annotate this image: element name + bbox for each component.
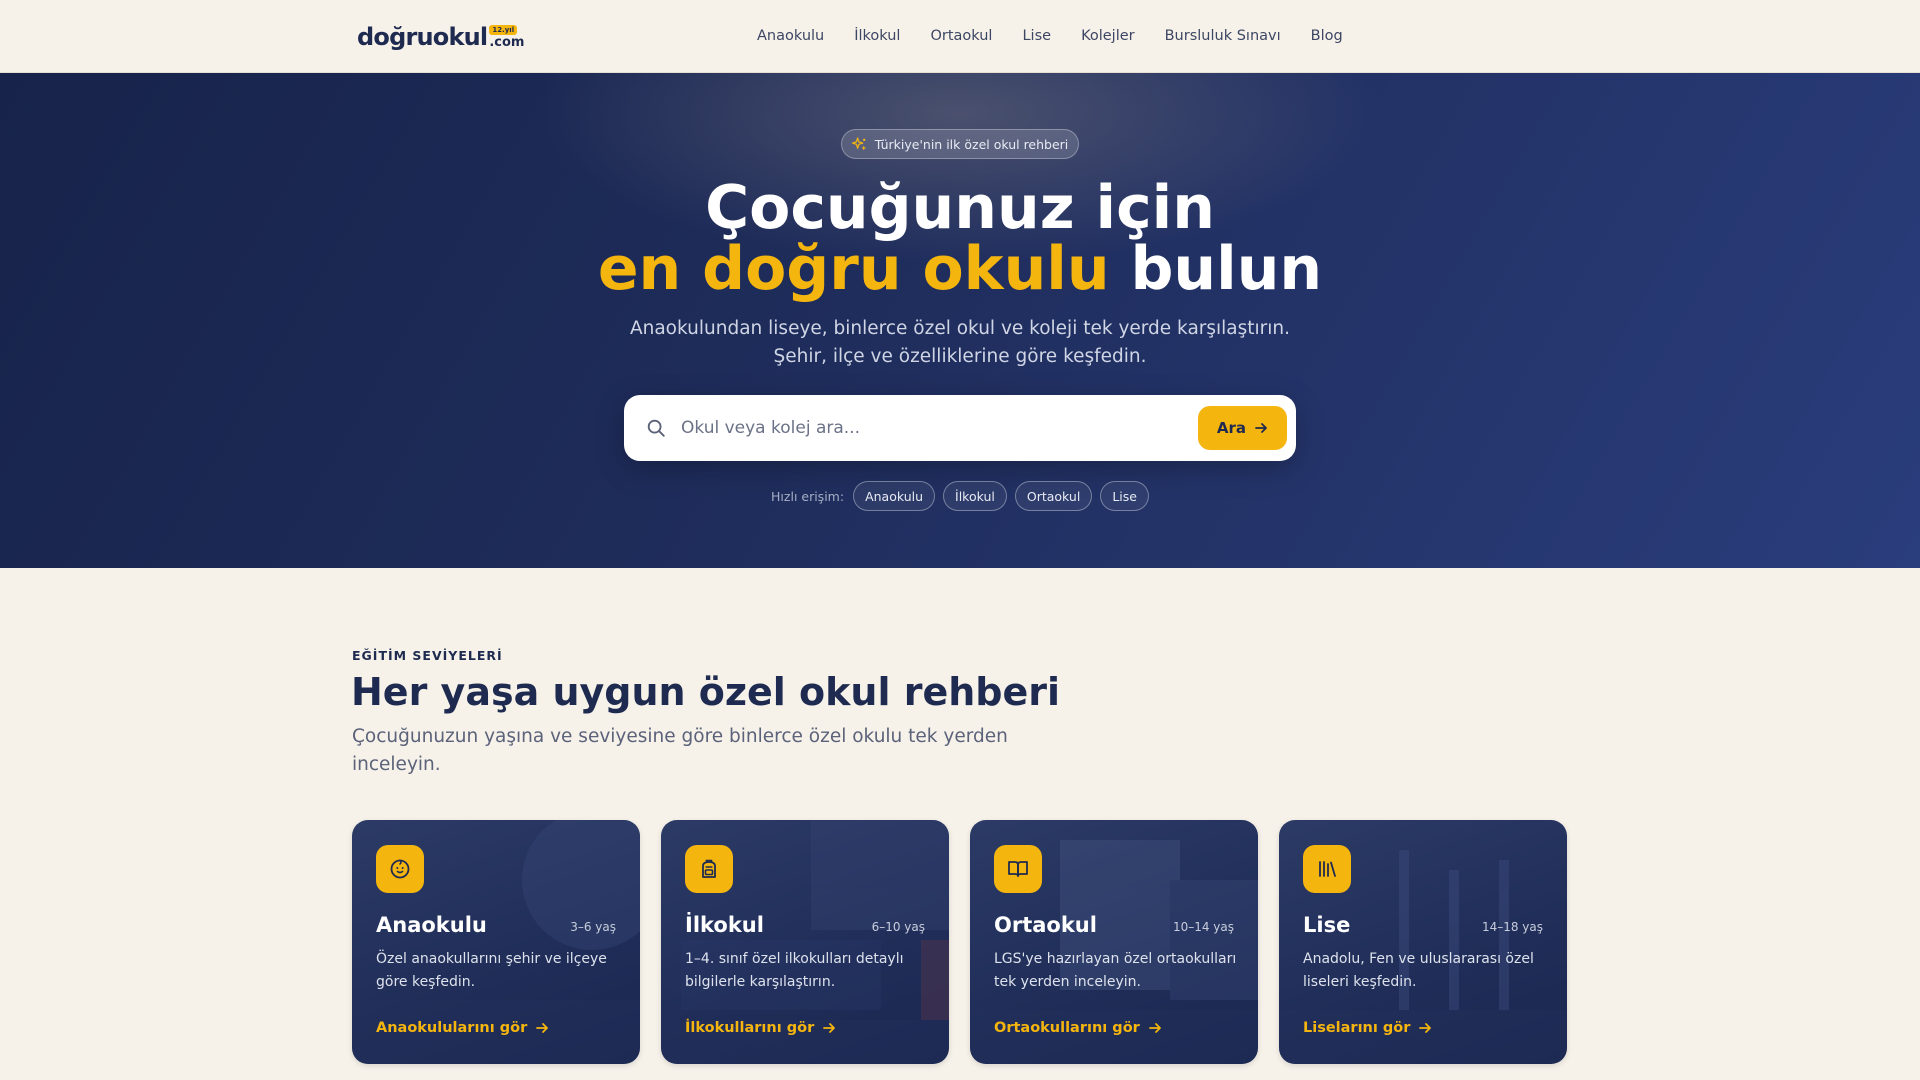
search-input[interactable] (681, 413, 1201, 443)
hero-badge: Türkiye'nin ilk özel okul rehberi (841, 129, 1079, 159)
nav-link-bursluluk[interactable]: Bursluluk Sınavı (1165, 26, 1281, 46)
search-button-label: Ara (1216, 419, 1247, 437)
level-card-ortaokul[interactable]: Ortaokul 10–14 yaş LGS'ye hazırlayan öze… (970, 820, 1258, 1064)
baby-face-icon (376, 845, 424, 893)
site-header: doğruokul 12.yıl .com Anaokulu İlkokul O… (0, 0, 1920, 73)
arrow-right-icon (536, 1023, 549, 1033)
quick-link-ilkokul[interactable]: İlkokul (943, 481, 1007, 511)
hero-title-line2: en doğru okulu bulun (0, 238, 1920, 300)
site-logo[interactable]: doğruokul 12.yıl .com (357, 22, 524, 52)
backpack-icon (685, 845, 733, 893)
logo-domain: .com (489, 35, 525, 50)
card-description: Özel anaokullarını şehir ve ilçeye göre … (376, 951, 607, 990)
quick-link-ortaokul[interactable]: Ortaokul (1014, 481, 1093, 511)
hero-title-rest: bulun (1109, 234, 1323, 304)
card-cta-link[interactable]: İlkokullarını gör (685, 1020, 836, 1036)
main-nav: Anaokulu İlkokul Ortaokul Lise Kolejler … (757, 26, 1373, 46)
sparkle-icon (851, 136, 866, 150)
level-card-lise[interactable]: Lise 14–18 yaş Anadolu, Fen ve uluslarar… (1279, 820, 1567, 1064)
card-age-range: 6–10 yaş (871, 920, 925, 934)
hero-title-accent: en doğru okulu (597, 234, 1110, 304)
card-title: Anaokulu (376, 913, 487, 937)
card-description: 1–4. sınıf özel ilkokulları detaylı bilg… (685, 951, 904, 990)
card-description: LGS'ye hazırlayan özel ortaokulları tek … (994, 951, 1237, 990)
quick-access-label: Hızlı erişim: (771, 488, 845, 504)
quick-link-lise[interactable]: Lise (1100, 481, 1149, 511)
section-description: Çocuğunuzun yaşına ve seviyesine göre bi… (352, 726, 1008, 775)
search-button[interactable]: Ara (1198, 406, 1287, 450)
nav-link-ilkokul[interactable]: İlkokul (854, 26, 900, 46)
section-eyebrow: EĞİTİM SEVİYELERİ (352, 648, 503, 663)
card-age-range: 10–14 yaş (1172, 920, 1234, 934)
card-title: Lise (1303, 913, 1351, 937)
quick-access: Hızlı erişim: Anaokulu İlkokul Ortaokul … (0, 481, 1920, 511)
open-book-icon (994, 845, 1042, 893)
logo-year-badge: 12.yıl (489, 25, 518, 35)
search-icon (647, 419, 665, 437)
hero-badge-text: Türkiye'nin ilk özel okul rehberi (874, 136, 1069, 152)
card-cta-link[interactable]: Anaokulularını gör (376, 1020, 549, 1036)
level-cards: Anaokulu 3–6 yaş Özel anaokullarını şehi… (352, 820, 1567, 1064)
level-card-anaokulu[interactable]: Anaokulu 3–6 yaş Özel anaokullarını şehi… (352, 820, 640, 1064)
logo-wordmark: doğruokul (357, 23, 488, 51)
library-icon (1303, 845, 1351, 893)
nav-link-kolejler[interactable]: Kolejler (1081, 26, 1135, 46)
nav-link-anaokulu[interactable]: Anaokulu (757, 26, 824, 46)
hero-title-line1: Çocuğunuz için (705, 173, 1215, 243)
quick-link-anaokulu[interactable]: Anaokulu (853, 481, 936, 511)
card-cta-link[interactable]: Ortaokullarını gör (994, 1020, 1162, 1036)
search-bar: Ara (624, 395, 1296, 461)
nav-link-blog[interactable]: Blog (1311, 26, 1343, 46)
card-description: Anadolu, Fen ve uluslararası özel lisele… (1303, 951, 1534, 990)
hero-subtitle-line2: Şehir, ilçe ve özelliklerine göre keşfed… (773, 346, 1147, 367)
nav-link-lise[interactable]: Lise (1022, 26, 1051, 46)
card-age-range: 14–18 yaş (1481, 920, 1543, 934)
arrow-right-icon (1255, 423, 1267, 433)
card-age-range: 3–6 yaş (570, 920, 616, 934)
level-card-ilkokul[interactable]: İlkokul 6–10 yaş 1–4. sınıf özel ilkokul… (661, 820, 949, 1064)
card-title: İlkokul (685, 913, 764, 937)
section-title: Her yaşa uygun özel okul rehberi (351, 670, 1061, 714)
card-title: Ortaokul (994, 913, 1097, 937)
arrow-right-icon (823, 1023, 836, 1033)
arrow-right-icon (1148, 1023, 1161, 1033)
arrow-right-icon (1419, 1023, 1432, 1033)
card-cta-link[interactable]: Liselarını gör (1303, 1020, 1432, 1036)
nav-link-ortaokul[interactable]: Ortaokul (930, 26, 992, 46)
hero-section: Türkiye'nin ilk özel okul rehberi Çocuğu… (0, 73, 1920, 568)
hero-subtitle-line1: Anaokulundan liseye, binlerce özel okul … (629, 318, 1291, 339)
